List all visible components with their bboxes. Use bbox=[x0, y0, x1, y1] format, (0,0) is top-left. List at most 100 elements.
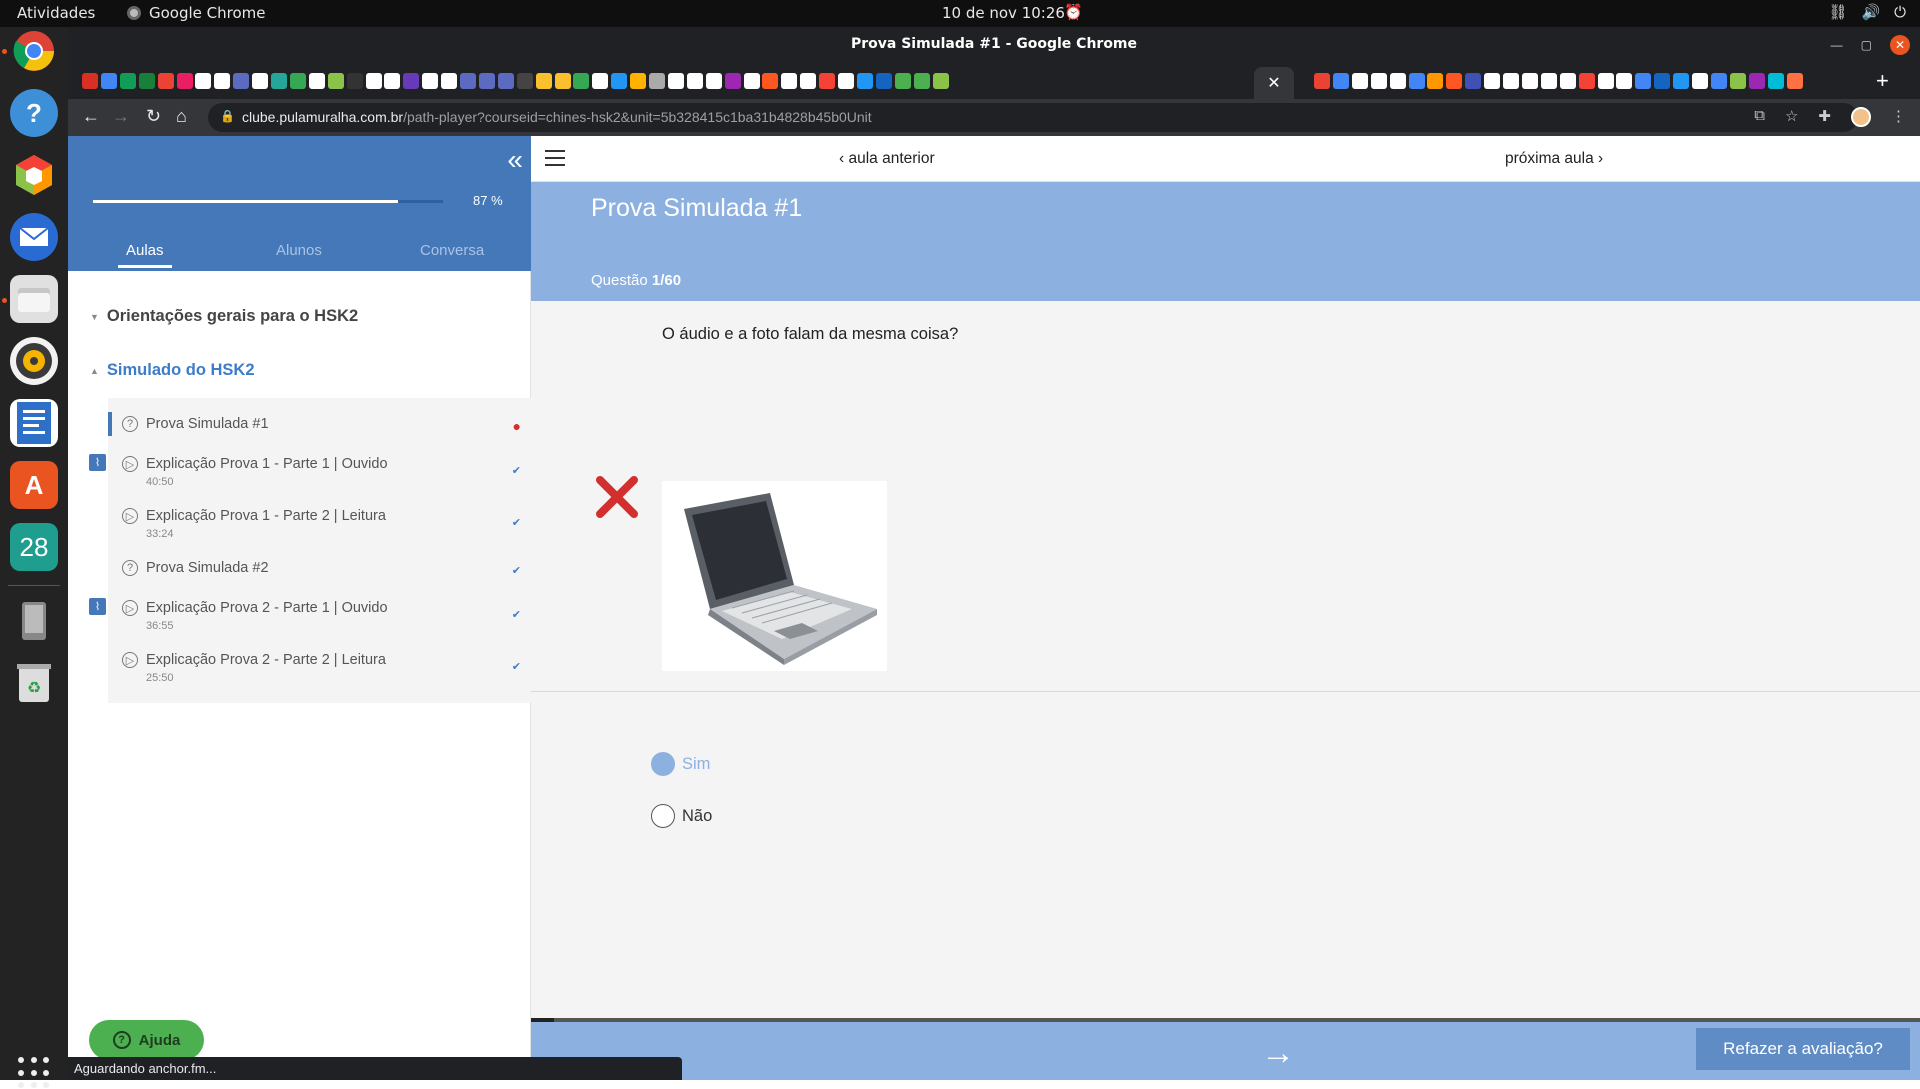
app-menu[interactable]: Google Chrome bbox=[127, 4, 266, 22]
tab-favicon-icon[interactable] bbox=[913, 73, 930, 89]
tab-favicon-icon[interactable] bbox=[271, 73, 287, 89]
attachment-icon[interactable]: ⌇ bbox=[89, 454, 106, 471]
profile-avatar[interactable] bbox=[1851, 107, 1871, 127]
tab-favicon-icon[interactable] bbox=[119, 73, 136, 89]
retry-button[interactable]: Refazer a avaliação? bbox=[1696, 1028, 1910, 1070]
clock[interactable]: 10 de nov 10:26 bbox=[942, 4, 1065, 22]
tab-favicon-icon[interactable] bbox=[1370, 73, 1387, 89]
bookmark-star-icon[interactable]: ☆ bbox=[1785, 107, 1798, 127]
tab-favicon-icon[interactable] bbox=[554, 73, 571, 89]
active-tab[interactable]: ✕ bbox=[1254, 67, 1294, 99]
tab-favicon-icon[interactable] bbox=[875, 73, 892, 89]
tab-favicon-icon[interactable] bbox=[346, 73, 363, 89]
tab-favicon-icon[interactable] bbox=[1314, 73, 1330, 89]
chrome-icon[interactable] bbox=[10, 27, 58, 75]
tab-favicon-icon[interactable] bbox=[1729, 73, 1746, 89]
files-icon[interactable] bbox=[10, 275, 58, 323]
close-window-icon[interactable]: ✕ bbox=[1890, 35, 1910, 55]
tab-favicon-icon[interactable] bbox=[819, 73, 836, 89]
usb-drive-icon[interactable] bbox=[10, 597, 58, 645]
next-lesson-link[interactable]: próxima aula › bbox=[1505, 150, 1603, 168]
attachment-icon[interactable]: ⌇ bbox=[89, 598, 106, 615]
tab-favicon-icon[interactable] bbox=[1540, 73, 1557, 89]
tab-favicon-icon[interactable] bbox=[1710, 73, 1727, 89]
rhythmbox-icon[interactable] bbox=[10, 337, 58, 385]
tab-favicon-icon[interactable] bbox=[1578, 73, 1595, 89]
tab-favicon-icon[interactable] bbox=[365, 73, 382, 89]
option-nao[interactable]: Não bbox=[651, 804, 712, 828]
tab-favicon-icon[interactable] bbox=[1465, 73, 1482, 89]
tab-favicon-icon[interactable] bbox=[214, 73, 231, 89]
forward-icon[interactable]: → bbox=[112, 106, 130, 127]
tab-favicon-icon[interactable] bbox=[308, 73, 325, 89]
tab-favicon-icon[interactable] bbox=[1748, 73, 1765, 89]
tab-favicon-icon[interactable] bbox=[422, 73, 439, 89]
tab-favicon-icon[interactable] bbox=[233, 73, 250, 89]
tab-favicon-icon[interactable] bbox=[138, 73, 155, 89]
tab-favicon-icon[interactable] bbox=[1654, 73, 1671, 89]
help-button[interactable]: ? Ajuda bbox=[89, 1020, 204, 1060]
tab-favicon-icon[interactable] bbox=[195, 73, 212, 89]
tab-favicon-icon[interactable] bbox=[1503, 73, 1519, 89]
tab-favicon-icon[interactable] bbox=[1597, 73, 1614, 89]
chrome-menu-icon[interactable]: ⋮ bbox=[1891, 107, 1906, 127]
tab-favicon-icon[interactable] bbox=[649, 73, 665, 89]
tab-favicon-icon[interactable] bbox=[441, 73, 458, 89]
tab-favicon-icon[interactable] bbox=[705, 73, 722, 89]
tab-favicon-icon[interactable] bbox=[1408, 73, 1425, 89]
tab-favicon-icon[interactable] bbox=[838, 73, 854, 89]
tab-favicon-icon[interactable] bbox=[762, 73, 779, 89]
tab-favicon-icon[interactable] bbox=[667, 73, 684, 89]
collapse-sidebar-icon[interactable]: « bbox=[507, 146, 523, 174]
tab-favicon-icon[interactable] bbox=[724, 73, 741, 89]
tab-favicon-icon[interactable] bbox=[1427, 73, 1444, 89]
tab-favicon-icon[interactable] bbox=[384, 73, 401, 89]
tab-favicon-icon[interactable] bbox=[327, 73, 344, 89]
url-field[interactable]: 🔒 clube.pulamuralha.com.br/path-player?c… bbox=[208, 103, 1858, 132]
tab-favicon-icon[interactable] bbox=[800, 73, 817, 89]
previous-lesson-link[interactable]: ‹ aula anterior bbox=[839, 150, 935, 168]
calendar-icon[interactable]: 28 bbox=[10, 523, 58, 571]
minimize-icon[interactable]: — bbox=[1831, 38, 1843, 52]
tab-favicon-icon[interactable] bbox=[535, 73, 552, 89]
activities-button[interactable]: Atividades bbox=[17, 4, 95, 22]
tab-favicon-icon[interactable] bbox=[1484, 73, 1501, 89]
tab-favicon-icon[interactable] bbox=[611, 73, 628, 89]
tab-favicon-icon[interactable] bbox=[630, 73, 647, 89]
tab-favicon-icon[interactable] bbox=[781, 73, 798, 89]
tab-favicon-icon[interactable] bbox=[460, 73, 476, 89]
tab-favicon-icon[interactable] bbox=[573, 73, 590, 89]
back-icon[interactable]: ← bbox=[82, 106, 100, 127]
maximize-icon[interactable]: ▢ bbox=[1861, 38, 1872, 52]
tab-favicon-icon[interactable] bbox=[176, 73, 193, 89]
hamburger-menu-icon[interactable] bbox=[545, 150, 565, 166]
tab-favicon-icon[interactable] bbox=[1767, 73, 1784, 89]
tab-favicon-icon[interactable] bbox=[1351, 73, 1368, 89]
option-sim[interactable]: Sim bbox=[651, 752, 710, 776]
tab-favicon-icon[interactable] bbox=[516, 73, 533, 89]
app-grid-icon[interactable] bbox=[18, 1057, 50, 1089]
3d-cube-icon[interactable] bbox=[10, 151, 58, 199]
tab-favicon-icon[interactable] bbox=[1786, 73, 1803, 89]
tab-favicon-icon[interactable] bbox=[894, 73, 911, 89]
tab-favicon-icon[interactable] bbox=[478, 73, 495, 89]
tab-favicon-icon[interactable] bbox=[1389, 73, 1406, 89]
software-center-icon[interactable]: A bbox=[10, 461, 58, 509]
tab-favicon-icon[interactable] bbox=[403, 73, 420, 89]
tab-favicon-icon[interactable] bbox=[497, 73, 514, 89]
translate-icon[interactable]: ⧉ bbox=[1754, 107, 1765, 127]
section-orientacoes[interactable]: ▼ Orientações gerais para o HSK2 bbox=[90, 307, 358, 326]
tab-favicon-icon[interactable] bbox=[157, 73, 174, 89]
tab-favicon-icon[interactable] bbox=[289, 73, 306, 89]
tab-favicon-icon[interactable] bbox=[1673, 73, 1690, 89]
next-arrow-icon[interactable]: → bbox=[1261, 1034, 1295, 1073]
radio-sim[interactable] bbox=[651, 752, 675, 776]
tab-favicon-icon[interactable] bbox=[1446, 73, 1463, 89]
tab-favicon-icon[interactable] bbox=[100, 73, 117, 89]
radio-nao[interactable] bbox=[651, 804, 675, 828]
tab-favicon-icon[interactable] bbox=[1521, 73, 1538, 89]
tab-favicon-icon[interactable] bbox=[1332, 73, 1349, 89]
tab-favicon-icon[interactable] bbox=[686, 73, 703, 89]
tab-favicon-icon[interactable] bbox=[252, 73, 269, 89]
system-tray[interactable]: ⛓ 🔊 ⏻ bbox=[1828, 3, 1906, 21]
